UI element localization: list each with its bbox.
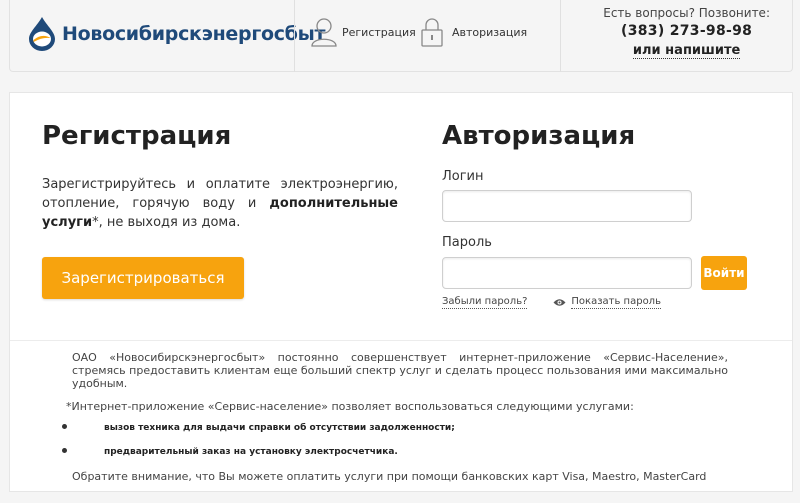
list-item: вызов техника для выдачи справки об отсу…: [62, 422, 728, 435]
site-logo[interactable]: Новосибирскэнергосбыт: [26, 16, 326, 52]
nav-register-link[interactable]: Регистрация: [310, 16, 416, 48]
show-password-toggle[interactable]: Показать пароль: [553, 296, 661, 309]
password-input[interactable]: [442, 257, 692, 289]
register-button[interactable]: Зарегистрироваться: [42, 257, 244, 299]
drop-logo-icon: [26, 16, 58, 52]
header-divider: [560, 0, 561, 72]
auth-links: Забыли пароль? Показать пароль: [442, 296, 762, 309]
eye-icon: [553, 298, 566, 307]
password-row: Войти: [442, 256, 762, 290]
service-info: ОАО «Новосибирскэнергосбыт» постоянно со…: [62, 351, 728, 483]
show-password-label: Показать пароль: [571, 296, 661, 309]
password-label: Пароль: [442, 235, 492, 250]
main-card: Регистрация Зарегистрируйтесь и оплатите…: [9, 92, 793, 492]
login-button[interactable]: Войти: [701, 256, 747, 290]
registration-section: Регистрация Зарегистрируйтесь и оплатите…: [42, 121, 398, 299]
contact-phone[interactable]: (383) 273-98-98: [603, 23, 770, 39]
nav-login-label: Авторизация: [452, 25, 528, 39]
user-icon: [310, 16, 338, 48]
section-divider: [10, 340, 792, 341]
login-input[interactable]: [442, 190, 692, 222]
site-header: Новосибирскэнергосбыт Регистрация Автори…: [9, 0, 793, 72]
nav-register-label: Регистрация: [342, 25, 416, 39]
registration-description: Зарегистрируйтесь и оплатите электроэнер…: [42, 177, 398, 230]
registration-title: Регистрация: [42, 121, 232, 151]
bullet-icon: [62, 448, 67, 453]
lock-icon: [420, 16, 448, 48]
write-us-link[interactable]: или напишите: [632, 43, 741, 59]
forgot-password-link[interactable]: Забыли пароль?: [442, 296, 528, 309]
service-note-text: *Интернет-приложение «Сервис-население» …: [66, 400, 634, 413]
auth-section: Авторизация Логин Пароль Войти Забыли па…: [442, 121, 762, 309]
auth-title: Авторизация: [442, 121, 636, 151]
logo-text: Новосибирскэнергосбыт: [62, 23, 326, 45]
header-divider: [294, 0, 295, 72]
contact-question: Есть вопросы? Позвоните:: [603, 6, 770, 20]
list-item: предварительный заказ на установку элект…: [62, 446, 728, 459]
nav-login-link[interactable]: Авторизация: [420, 16, 527, 48]
service-intro-text: ОАО «Новосибирскэнергосбыт» постоянно со…: [72, 351, 728, 390]
bullet-icon: [62, 424, 67, 429]
contact-block: Есть вопросы? Позвоните: (383) 273-98-98…: [603, 6, 770, 59]
services-list: вызов техника для выдачи справки об отсу…: [62, 422, 728, 459]
login-label: Логин: [442, 169, 484, 184]
payment-info-text: Обратите внимание, что Вы можете оплатит…: [72, 470, 707, 483]
